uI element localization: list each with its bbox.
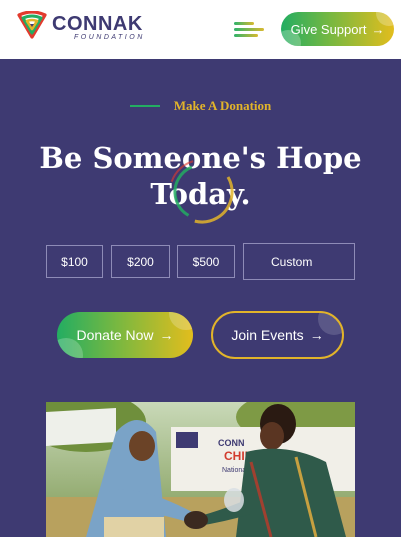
arrow-right-icon: → bbox=[309, 327, 324, 343]
loading-spinner-icon bbox=[169, 159, 235, 225]
logo-mark-icon bbox=[17, 11, 47, 39]
donate-now-button[interactable]: Donate Now → bbox=[57, 312, 193, 358]
join-events-label: Join Events bbox=[231, 327, 304, 343]
banner-text-1: CONN bbox=[218, 438, 245, 448]
join-events-button[interactable]: Join Events → bbox=[211, 311, 344, 359]
site-header: CONNAK FOUNDATION Give Support → bbox=[0, 0, 401, 59]
logo-name: CONNAK bbox=[52, 13, 143, 35]
logo[interactable]: CONNAK FOUNDATION bbox=[16, 10, 142, 42]
hero-photo: CONN CHILDR National Chil bbox=[46, 402, 355, 537]
give-support-label: Give Support bbox=[290, 21, 367, 37]
amount-option-200[interactable]: $200 bbox=[111, 245, 170, 278]
arrow-right-icon: → bbox=[371, 21, 385, 37]
custom-amount-input[interactable]: Custom bbox=[243, 243, 355, 280]
section-eyebrow: Make A Donation bbox=[0, 98, 401, 114]
hamburger-icon[interactable] bbox=[234, 20, 266, 38]
amount-option-100[interactable]: $100 bbox=[46, 245, 103, 278]
donation-event-photo: CONN CHILDR National Chil bbox=[46, 402, 355, 537]
eyebrow-divider bbox=[129, 105, 160, 107]
arrow-right-icon: → bbox=[159, 327, 174, 343]
logo-subtitle: FOUNDATION bbox=[74, 34, 145, 41]
give-support-button[interactable]: Give Support → bbox=[281, 12, 394, 46]
amount-option-500[interactable]: $500 bbox=[177, 245, 235, 278]
eyebrow-text: Make A Donation bbox=[173, 98, 272, 113]
donate-now-label: Donate Now bbox=[76, 327, 154, 343]
